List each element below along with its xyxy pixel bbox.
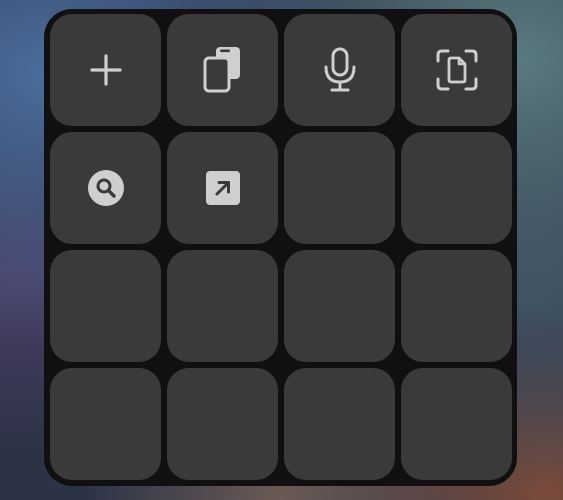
empty-tile (284, 132, 395, 244)
search-tile[interactable] (50, 132, 161, 244)
empty-tile (167, 250, 278, 362)
search-icon (87, 169, 125, 207)
empty-tile (284, 368, 395, 480)
open-external-tile[interactable] (167, 132, 278, 244)
plus-icon (89, 53, 123, 87)
new-item-tile[interactable] (50, 14, 161, 126)
open-external-icon (205, 170, 241, 206)
tile-grid (50, 14, 512, 480)
copy-documents-icon (201, 45, 245, 95)
empty-tile (50, 250, 161, 362)
dictation-tile[interactable] (284, 14, 395, 126)
control-panel (44, 9, 517, 486)
empty-tile (167, 368, 278, 480)
empty-tile (401, 368, 512, 480)
microphone-icon (323, 47, 357, 93)
empty-tile (284, 250, 395, 362)
empty-tile (401, 250, 512, 362)
copy-tile[interactable] (167, 14, 278, 126)
empty-tile (401, 132, 512, 244)
empty-tile (50, 368, 161, 480)
scan-document-tile[interactable] (401, 14, 512, 126)
scan-document-icon (435, 48, 479, 92)
